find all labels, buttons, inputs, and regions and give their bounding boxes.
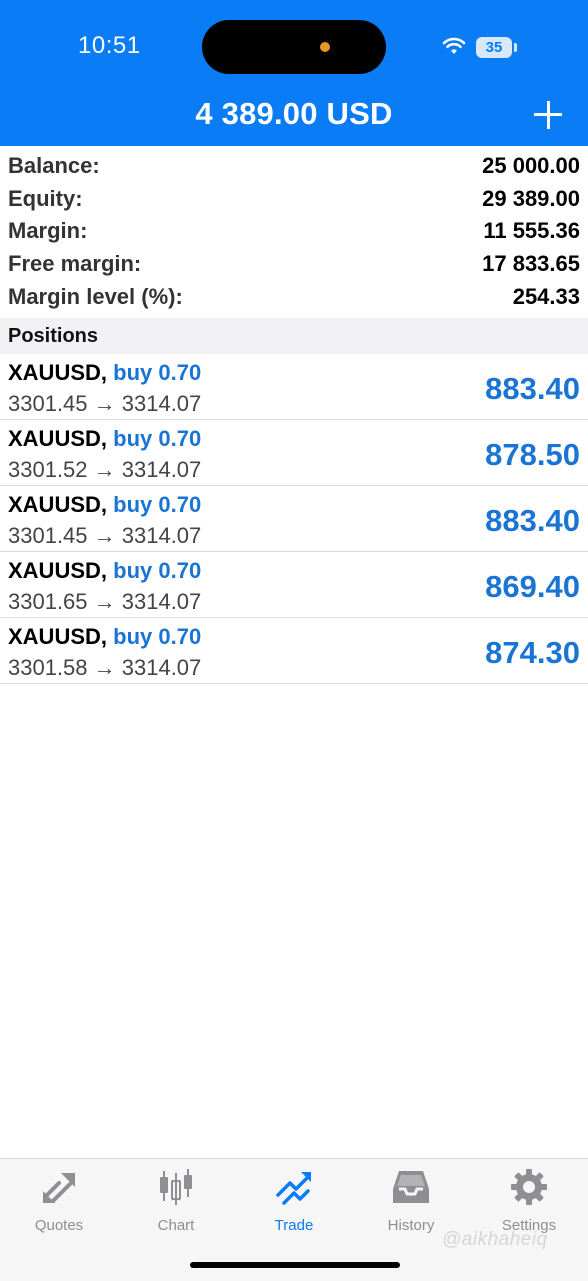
tab-history[interactable]: History (352, 1167, 470, 1234)
position-prices: 3301.45 → 3314.07 (8, 391, 202, 416)
position-prices: 3301.65 → 3314.07 (8, 589, 202, 614)
summary-row-margin-level: Margin level (%): 254.33 (0, 280, 588, 313)
position-symbol: XAUUSD, (8, 624, 108, 649)
dynamic-island (202, 20, 386, 74)
summary-value: 254.33 (512, 283, 580, 309)
position-prices: 3301.45 → 3314.07 (8, 523, 202, 548)
battery-icon: 35 (476, 37, 512, 58)
trade-icon (276, 1172, 311, 1205)
position-symbol: XAUUSD, (8, 492, 108, 517)
watermark: @aikhaheiq (442, 1229, 548, 1250)
summary-row-margin: Margin: 11 555.36 (0, 215, 588, 248)
summary-value: 25 000.00 (482, 153, 580, 179)
position-title: XAUUSD, buy 0.70 (8, 624, 201, 650)
position-title: XAUUSD, buy 0.70 (8, 426, 201, 452)
position-profit: 878.50 (485, 437, 580, 472)
chart-icon (160, 1169, 192, 1205)
history-icon (393, 1171, 429, 1203)
position-symbol: XAUUSD, (8, 426, 108, 451)
status-time: 10:51 (78, 32, 141, 59)
account-summary: Balance: 25 000.00 Equity: 29 389.00 Mar… (0, 150, 588, 313)
summary-label: Margin: (8, 218, 88, 244)
position-side: buy 0.70 (113, 624, 202, 649)
summary-label: Margin level (%): (8, 283, 183, 309)
position-prices: 3301.52 → 3314.07 (8, 457, 202, 482)
position-side: buy 0.70 (113, 426, 202, 451)
position-side: buy 0.70 (113, 558, 202, 583)
position-title: XAUUSD, buy 0.70 (8, 360, 201, 386)
position-symbol: XAUUSD, (8, 558, 108, 583)
summary-row-balance: Balance: 25 000.00 (0, 150, 588, 183)
position-side: buy 0.70 (113, 360, 202, 385)
position-prices: 3301.58 → 3314.07 (8, 655, 202, 680)
positions-section-header: Positions (0, 318, 588, 354)
position-title: XAUUSD, buy 0.70 (8, 558, 201, 584)
home-indicator[interactable] (190, 1262, 400, 1268)
summary-value: 17 833.65 (482, 251, 580, 277)
page-title: 4 389.00 USD (195, 96, 393, 131)
battery-cap (514, 43, 517, 52)
position-profit: 874.30 (485, 635, 580, 670)
summary-row-equity: Equity: 29 389.00 (0, 183, 588, 216)
tab-chart[interactable]: Chart (117, 1167, 235, 1234)
quotes-icon (43, 1173, 75, 1203)
positions-list: XAUUSD, buy 0.70 3301.45 → 3314.07 883.4… (0, 354, 588, 684)
tab-label: Chart (157, 1217, 195, 1234)
position-row[interactable]: XAUUSD, buy 0.70 3301.45 → 3314.07 883.4… (0, 486, 588, 552)
summary-value: 11 555.36 (483, 218, 580, 244)
position-profit: 883.40 (485, 371, 580, 406)
position-profit: 883.40 (485, 503, 580, 538)
summary-value: 29 389.00 (482, 185, 580, 211)
app-header: 10:51 35 4 389.00 USD (0, 0, 588, 146)
tab-quotes[interactable]: Quotes (0, 1167, 118, 1234)
wifi-icon (442, 37, 466, 54)
summary-label: Free margin: (8, 251, 142, 277)
tab-trade[interactable]: Trade (235, 1167, 353, 1234)
position-row[interactable]: XAUUSD, buy 0.70 3301.52 → 3314.07 878.5… (0, 420, 588, 486)
position-row[interactable]: XAUUSD, buy 0.70 3301.45 → 3314.07 883.4… (0, 354, 588, 420)
position-row[interactable]: XAUUSD, buy 0.70 3301.65 → 3314.07 869.4… (0, 552, 588, 618)
summary-label: Balance: (8, 153, 100, 179)
position-row[interactable]: XAUUSD, buy 0.70 3301.58 → 3314.07 874.3… (0, 618, 588, 684)
tab-label: Quotes (34, 1217, 84, 1234)
summary-label: Equity: (8, 185, 83, 211)
tab-label: Trade (274, 1217, 314, 1234)
position-profit: 869.40 (485, 569, 580, 604)
plus-icon-stroke (546, 101, 550, 129)
summary-row-free-margin: Free margin: 17 833.65 (0, 248, 588, 281)
privacy-indicator-dot (320, 42, 330, 52)
add-order-button[interactable] (528, 96, 568, 136)
tab-settings[interactable]: Settings (470, 1167, 588, 1234)
position-title: XAUUSD, buy 0.70 (8, 492, 201, 518)
position-side: buy 0.70 (113, 492, 202, 517)
settings-icon (511, 1169, 547, 1205)
position-symbol: XAUUSD, (8, 360, 108, 385)
